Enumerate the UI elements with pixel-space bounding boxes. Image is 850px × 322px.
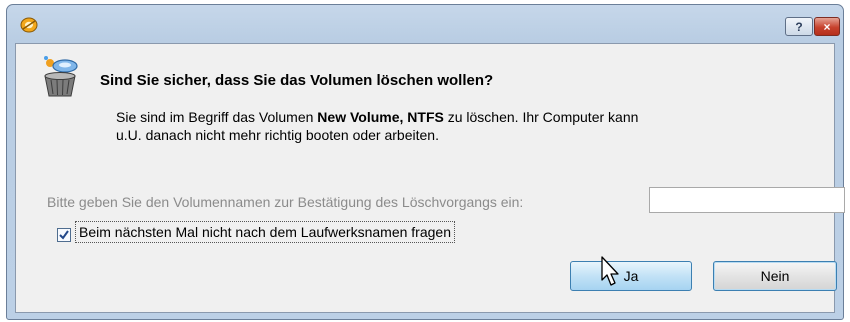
dialog-content: Sind Sie sicher, dass Sie das Volumen lö… (15, 43, 845, 313)
dialog-message: Sie sind im Begriff das Volumen New Volu… (116, 108, 816, 144)
volume-name-input[interactable] (649, 187, 845, 213)
message-line-2: u.U. danach nicht mehr richtig booten od… (116, 127, 439, 143)
close-icon: × (823, 19, 831, 34)
message-text-end: zu löschen. Ihr Computer kann (443, 109, 639, 125)
yes-button[interactable]: Ja (570, 261, 692, 291)
message-text-start: Sie sind im Begriff das Volumen (116, 109, 318, 125)
dont-ask-checkbox[interactable] (57, 228, 71, 242)
dont-ask-label[interactable]: Beim nächsten Mal nicht nach dem Laufwer… (75, 221, 455, 243)
wizard-icon (44, 56, 78, 97)
titlebar[interactable]: ? × (7, 5, 843, 43)
confirm-label: Bitte geben Sie den Volumennamen zur Bes… (47, 194, 524, 210)
help-button[interactable]: ? (785, 17, 813, 36)
dialog-heading: Sind Sie sicher, dass Sie das Volumen lö… (100, 72, 494, 89)
no-button[interactable]: Nein (713, 261, 837, 291)
help-icon: ? (795, 19, 803, 34)
app-icon (20, 17, 38, 33)
dialog-window: ? × Sind Sie sicher, dass Sie das Volume… (6, 4, 845, 320)
yes-button-label: Ja (623, 268, 639, 284)
close-button[interactable]: × (814, 17, 840, 36)
no-button-label: Nein (760, 268, 790, 284)
checkmark-icon (59, 230, 69, 240)
mouse-pointer-icon (601, 256, 619, 286)
volume-name: New Volume, NTFS (317, 109, 444, 125)
